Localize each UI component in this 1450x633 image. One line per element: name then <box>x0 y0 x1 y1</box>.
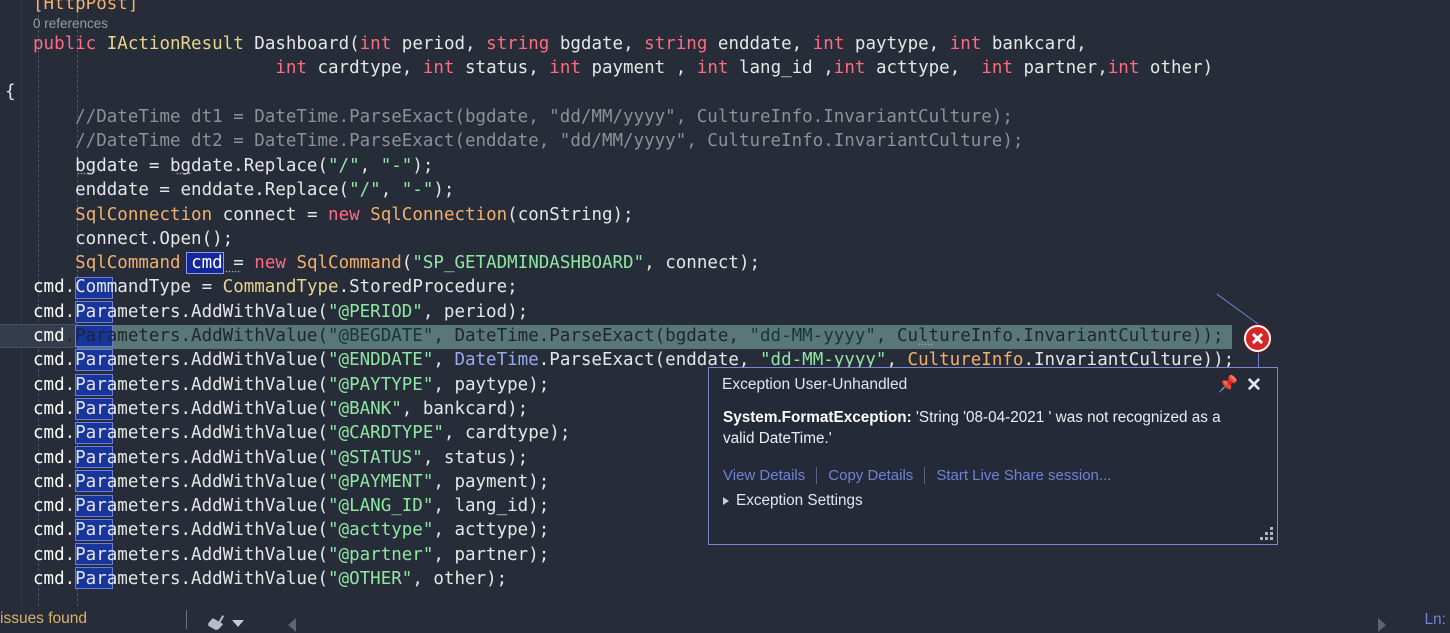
chevron-left-icon[interactable] <box>288 618 296 632</box>
code-line-comment2[interactable]: //DateTime dt2 = DateTime.ParseExact(end… <box>0 129 1450 153</box>
code-line-signature2[interactable]: int cardtype, int status, int payment , … <box>0 56 1450 80</box>
codelens-label: 0 references <box>33 16 109 31</box>
codelens-references[interactable]: 0 references <box>0 14 1450 32</box>
code-line-connect-open[interactable]: connect.Open(); <box>0 227 1450 251</box>
exception-settings-label: Exception Settings <box>736 492 863 509</box>
link-divider <box>924 467 926 484</box>
issues-found-label[interactable]: issues found <box>0 610 87 628</box>
code-line-param-other[interactable]: cmd.Parameters.AddWithValue("@OTHER", ot… <box>0 567 1450 591</box>
exception-type: System.FormatException: <box>723 409 912 426</box>
link-divider <box>816 467 818 484</box>
pin-icon[interactable]: 📌 <box>1215 372 1241 398</box>
exception-callout-connector <box>1258 352 1259 368</box>
code-line-param-partner[interactable]: cmd.Parameters.AddWithValue("@partner", … <box>0 543 1450 567</box>
exception-popup-body: System.FormatException: 'String '08-04-2… <box>709 402 1277 510</box>
resize-grip-icon[interactable] <box>1259 526 1273 540</box>
code-line-comment1[interactable]: //DateTime dt1 = DateTime.ParseExact(bgd… <box>0 105 1450 129</box>
exception-message: System.FormatException: 'String '08-04-2… <box>723 407 1253 449</box>
code-line-sqlcommand[interactable]: SqlCommand cmd = new SqlCommand("SP_GETA… <box>0 251 1450 275</box>
chevron-down-icon[interactable] <box>232 620 244 627</box>
exception-action-links: View Details Copy Details Start Live Sha… <box>723 467 1263 484</box>
code-line-commandtype[interactable]: cmd.CommandType = CommandType.StoredProc… <box>0 275 1450 299</box>
copy-details-link[interactable]: Copy Details <box>828 467 913 484</box>
attribute-token: [HttpPost] <box>33 0 139 14</box>
chevron-right-icon[interactable] <box>1378 618 1386 632</box>
code-line-open-brace[interactable]: { <box>0 80 1450 104</box>
broom-icon[interactable] <box>206 615 228 631</box>
exception-popup-title: Exception User-Unhandled <box>722 376 908 393</box>
line-number-label: Ln: <box>1424 611 1446 628</box>
view-details-link[interactable]: View Details <box>723 467 805 484</box>
start-live-share-link[interactable]: Start Live Share session... <box>936 467 1111 484</box>
code-line-param-period[interactable]: cmd.Parameters.AddWithValue("@PERIOD", p… <box>0 300 1450 324</box>
code-line-bgdate-replace[interactable]: bgdate = bgdate.Replace("/", "-"); <box>0 154 1450 178</box>
error-circle-icon[interactable] <box>1244 325 1271 352</box>
code-line-sqlconnection[interactable]: SqlConnection connect = new SqlConnectio… <box>0 203 1450 227</box>
chevron-right-icon <box>723 497 729 505</box>
code-line-param-begdate[interactable]: cmd.Parameters.AddWithValue("@BEGDATE", … <box>0 324 1450 348</box>
exception-helper-popup[interactable]: Exception User-Unhandled 📌 ✕ System.Form… <box>708 367 1278 545</box>
exception-settings-expander[interactable]: Exception Settings <box>723 492 1263 510</box>
visual-studio-editor-window: [HttpPost] 0 references public IActionRe… <box>0 0 1450 633</box>
status-bar: issues found Ln: <box>0 606 1450 633</box>
code-line-enddate-replace[interactable]: enddate = enddate.Replace("/", "-"); <box>0 178 1450 202</box>
exception-popup-header: Exception User-Unhandled 📌 ✕ <box>709 368 1277 402</box>
statusbar-divider <box>186 610 187 629</box>
code-line-signature1[interactable]: public IActionResult Dashboard(int perio… <box>0 32 1450 56</box>
close-icon[interactable]: ✕ <box>1241 372 1267 398</box>
